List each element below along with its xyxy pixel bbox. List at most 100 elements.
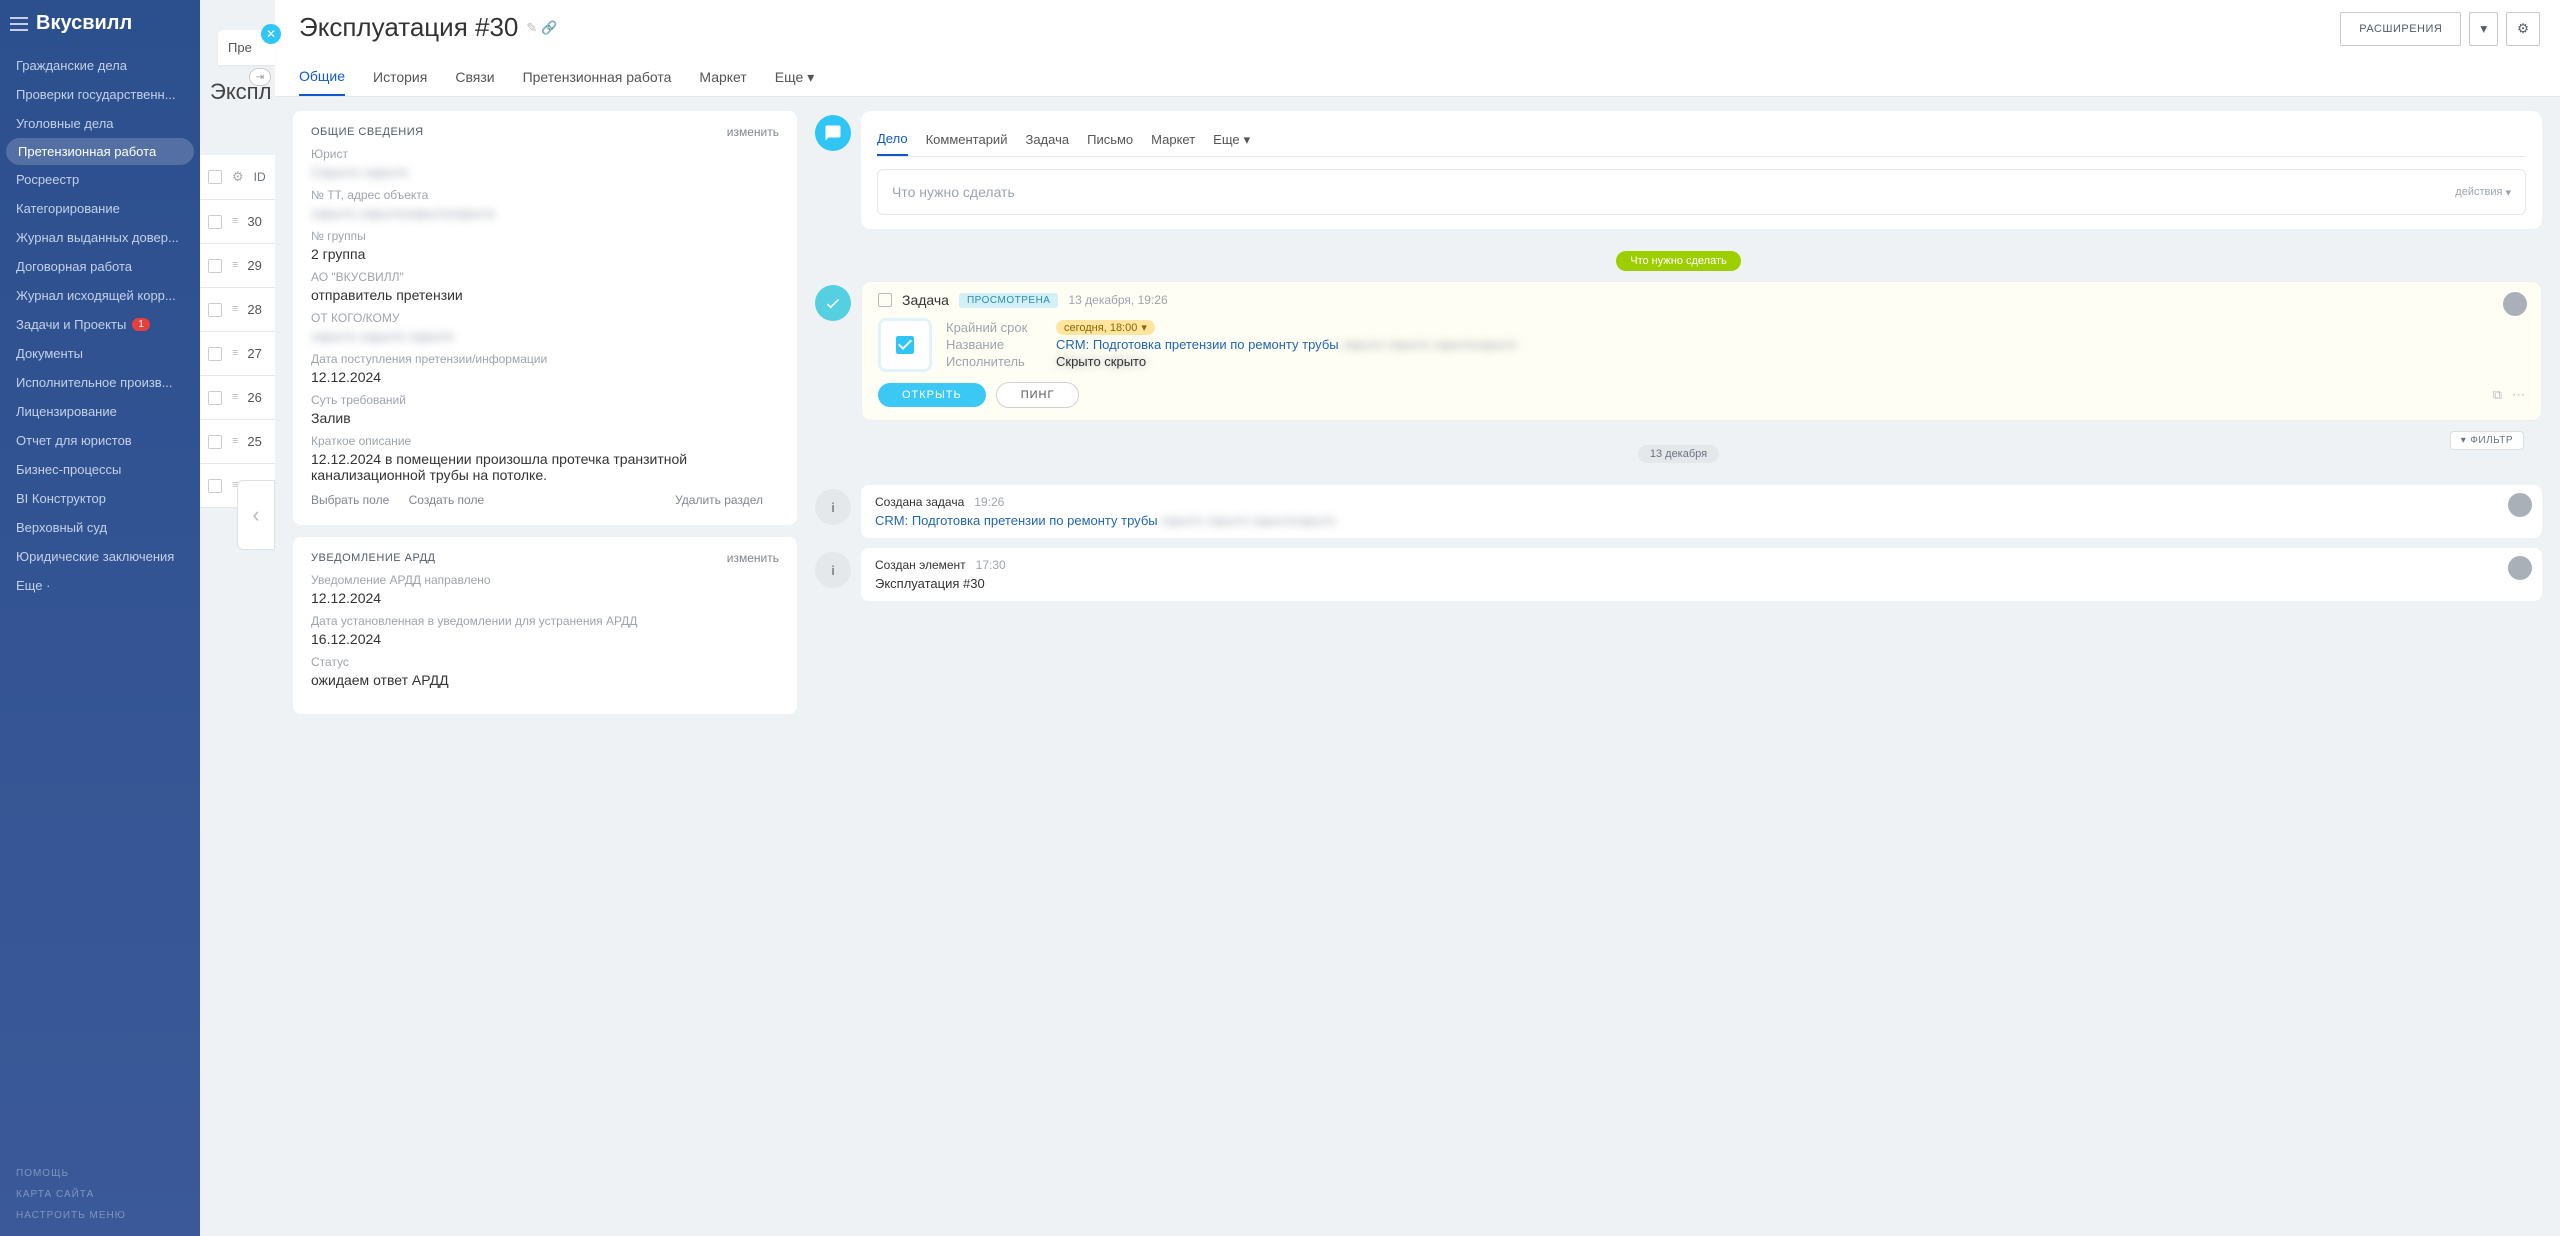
copy-icon[interactable]: ⧉ [2493,387,2502,403]
comment-icon[interactable] [815,115,851,151]
extensions-dropdown[interactable]: ▾ [2469,12,2498,46]
checkbox[interactable] [208,259,222,273]
table-row[interactable]: ≡30 [200,200,275,244]
info-icon: i [815,489,851,525]
more-icon[interactable]: ⋯ [2512,387,2525,403]
ping-button[interactable]: ПИНГ [996,382,1080,408]
deadline-label: Крайний срок [946,320,1036,335]
drag-icon[interactable]: ≡ [232,348,237,359]
tab[interactable]: Дело [877,123,908,156]
sidebar-item[interactable]: Юридические заключения [0,542,200,571]
tab[interactable]: Комментарий [926,123,1008,156]
drag-icon[interactable]: ≡ [232,260,237,271]
settings-button[interactable]: ⚙ [2506,12,2540,46]
card-edit-link[interactable]: изменить [727,551,779,565]
tab[interactable]: Маркет [699,58,746,96]
tab[interactable]: Задача [1025,123,1069,156]
checkbox[interactable] [208,215,222,229]
sidebar-footer-link[interactable]: НАСТРОИТЬ МЕНЮ [0,1205,200,1226]
gear-icon[interactable]: ⚙ [232,169,244,185]
sidebar-footer-link[interactable]: КАРТА САЙТА [0,1184,200,1205]
compose-input[interactable]: Что нужно сделать действия ▾ [877,169,2526,215]
field-value: отправитель претензии [311,287,779,303]
sidebar-item[interactable]: Задачи и Проекты1 [0,310,200,339]
sidebar-item[interactable]: Еще · [0,571,200,600]
checkbox[interactable] [208,479,222,493]
collapse-icon[interactable]: ⇥ [249,68,271,86]
select-field-link[interactable]: Выбрать поле [311,493,389,507]
table-row[interactable]: ≡27 [200,332,275,376]
chevron-down-icon: ▾ [807,69,814,86]
sidebar-item[interactable]: Исполнительное произв... [0,368,200,397]
extensions-button[interactable]: РАСШИРЕНИЯ [2340,12,2461,46]
drag-icon[interactable]: ≡ [232,436,237,447]
sidebar-item[interactable]: Гражданские дела [0,51,200,80]
sidebar-item[interactable]: Уголовные дела [0,109,200,138]
card-title: УВЕДОМЛЕНИЕ АРДД [311,552,435,564]
sidebar-item[interactable]: Журнал выданных довер... [0,223,200,252]
table-row[interactable]: ≡26 [200,376,275,420]
sidebar-item[interactable]: Документы [0,339,200,368]
tab[interactable]: Письмо [1087,123,1133,156]
tab[interactable]: Маркет [1151,123,1195,156]
drag-icon[interactable]: ≡ [232,304,237,315]
create-field-link[interactable]: Создать поле [409,493,485,507]
sidebar-footer-link[interactable]: ПОМОЩЬ [0,1163,200,1184]
drag-icon[interactable]: ≡ [232,216,237,227]
avatar[interactable] [2503,292,2527,316]
sidebar-item[interactable]: Верховный суд [0,513,200,542]
sidebar-item[interactable]: BI Конструктор [0,484,200,513]
avatar[interactable] [2508,493,2532,517]
sidebar-item[interactable]: Бизнес-процессы [0,455,200,484]
sidebar: Вкусвилл Гражданские делаПроверки госуда… [0,0,200,1236]
todo-pill: Что нужно сделать [1616,251,1740,271]
sidebar-item[interactable]: Проверки государственн... [0,80,200,109]
delete-section-link[interactable]: Удалить раздел [675,493,763,507]
tab[interactable]: Еще ▾ [1213,123,1250,156]
checkbox[interactable] [208,435,222,449]
card-edit-link[interactable]: изменить [727,125,779,139]
sidebar-item[interactable]: Журнал исходящей корр... [0,281,200,310]
tab[interactable]: История [373,58,427,96]
menu-icon[interactable] [10,17,28,31]
column-id[interactable]: ID [254,170,266,184]
sidebar-item[interactable]: Претензионная работа [6,138,194,165]
row-id: 28 [247,302,261,317]
close-icon[interactable]: ✕ [261,24,281,44]
sidebar-item[interactable]: Росреестр [0,165,200,194]
tab[interactable]: Претензионная работа [523,58,672,96]
checkbox[interactable] [208,303,222,317]
deadline-value[interactable]: сегодня, 18:00 ▾ [1056,320,1155,335]
row-id: 29 [247,258,261,273]
sidebar-item[interactable]: Договорная работа [0,252,200,281]
bg-header-row: ⚙ ID [200,155,275,200]
avatar[interactable] [2508,556,2532,580]
bg-tab[interactable]: Пре ✕ [218,30,275,65]
task-name-link[interactable]: CRM: Подготовка претензии по ремонту тру… [1056,337,1339,352]
checkbox[interactable] [208,391,222,405]
compose-placeholder: Что нужно сделать [892,184,1015,200]
checkbox[interactable] [208,170,222,184]
tab[interactable]: Связи [455,58,494,96]
drag-icon[interactable]: ≡ [232,392,237,403]
table-row[interactable]: ≡ 28 [200,288,275,332]
filter-button[interactable]: ▾ ФИЛЬТР [2450,431,2524,450]
task-date: 13 декабря, 19:26 [1068,293,1167,307]
compose-actions[interactable]: действия ▾ [2455,186,2511,199]
edit-icon[interactable]: ✎ [526,20,537,36]
table-row[interactable]: ≡25 [200,420,275,464]
prev-arrow-icon[interactable]: ‹ [237,480,275,550]
sidebar-item[interactable]: Категорирование [0,194,200,223]
sidebar-item[interactable]: Отчет для юристов [0,426,200,455]
open-button[interactable]: ОТКРЫТЬ [878,383,986,407]
link-icon[interactable]: 🔗 [541,20,557,36]
task-status-badge: ПРОСМОТРЕНА [959,293,1058,308]
checkbox[interactable] [208,347,222,361]
log-link[interactable]: CRM: Подготовка претензии по ремонту тру… [875,513,2528,528]
bg-tab-label: Пре [228,40,252,55]
task-checkbox[interactable] [878,293,892,307]
tab[interactable]: Общие [299,58,345,96]
tab[interactable]: Еще ▾ [775,58,815,96]
table-row[interactable]: ≡ 29 [200,244,275,288]
sidebar-item[interactable]: Лицензирование [0,397,200,426]
